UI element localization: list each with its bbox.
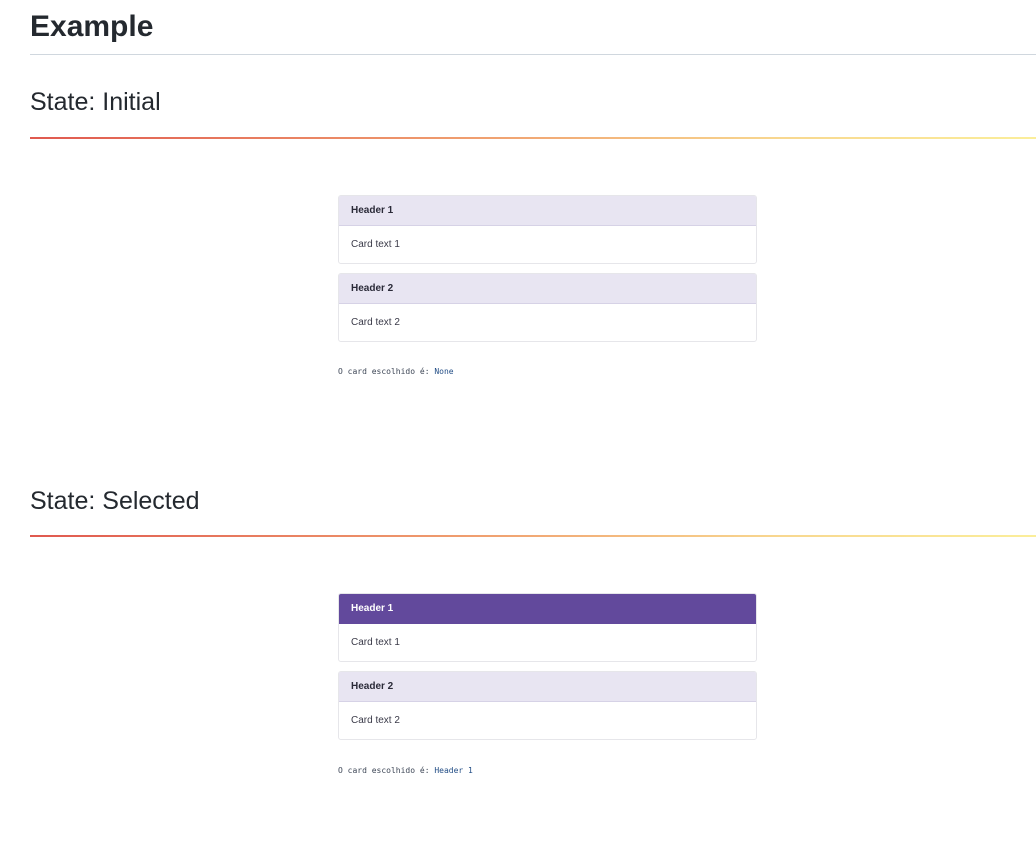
page-title: Example <box>30 10 154 43</box>
card-2[interactable]: Header 2 Card text 2 <box>338 671 757 740</box>
card-2[interactable]: Header 2 Card text 2 <box>338 273 757 342</box>
card-header-selected[interactable]: Header 1 <box>339 594 756 624</box>
card-text: Card text 2 <box>351 317 400 328</box>
card-1[interactable]: Header 1 Card text 1 <box>338 195 757 264</box>
card-text: Card text 1 <box>351 637 400 648</box>
card-header[interactable]: Header 2 <box>339 672 756 702</box>
card-header[interactable]: Header 1 <box>339 196 756 226</box>
state-initial-card-group: Header 1 Card text 1 Header 2 Card text … <box>338 195 757 351</box>
state-selected-heading: State: Selected <box>30 487 200 515</box>
card-header[interactable]: Header 2 <box>339 274 756 304</box>
card-text: Card text 2 <box>351 715 400 726</box>
title-divider <box>30 54 1036 55</box>
state-initial-divider <box>30 137 1036 139</box>
state-selected-card-group: Header 1 Card text 1 Header 2 Card text … <box>338 593 757 749</box>
readout-value: None <box>434 367 454 376</box>
selected-card-readout: O card escolhido é: None <box>338 367 454 377</box>
page: Example State: Initial Header 1 Card tex… <box>0 0 1036 853</box>
readout-label: O card escolhido é: <box>338 766 435 775</box>
state-selected-divider <box>30 535 1036 537</box>
readout-label: O card escolhido é: <box>338 367 435 376</box>
selected-card-readout: O card escolhido é: Header 1 <box>338 766 473 776</box>
readout-value: Header 1 <box>434 766 473 775</box>
card-1[interactable]: Header 1 Card text 1 <box>338 593 757 662</box>
state-initial-heading: State: Initial <box>30 88 161 116</box>
card-text: Card text 1 <box>351 239 400 250</box>
